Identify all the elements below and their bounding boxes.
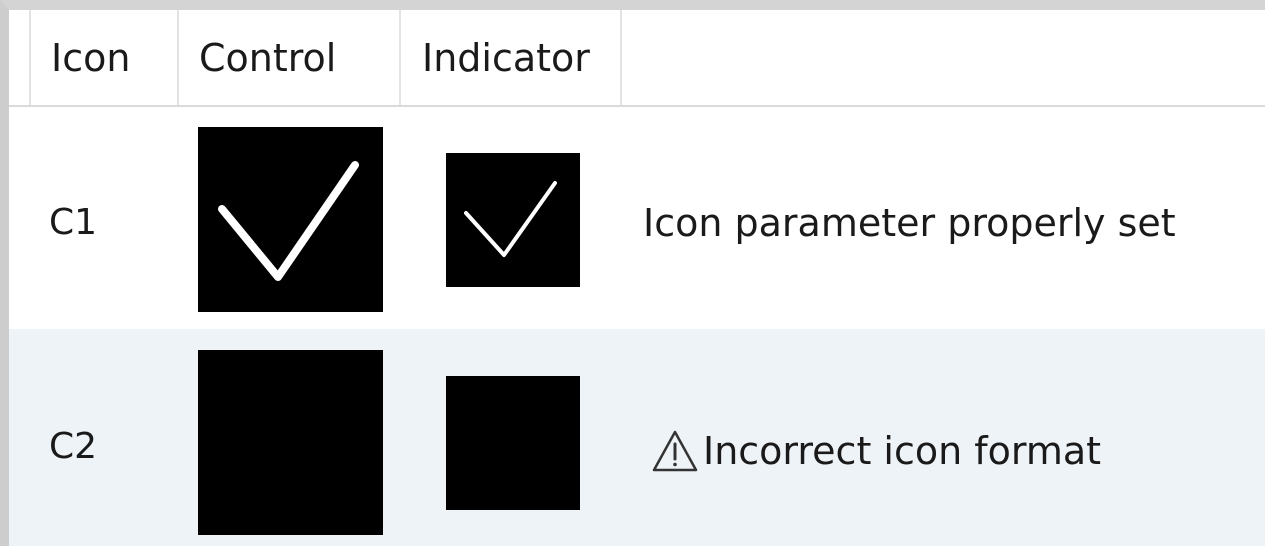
row-description-text: Incorrect icon format xyxy=(703,429,1102,473)
table-row[interactable]: C2 Incorrect icon format xyxy=(9,329,1265,546)
table-row[interactable]: C1 Icon parameter properly set xyxy=(9,107,1265,329)
indicator-blank-icon xyxy=(446,376,580,510)
column-header-indicator[interactable]: Indicator xyxy=(399,10,622,105)
control-blank-icon xyxy=(198,350,383,535)
row-description: Icon parameter properly set xyxy=(643,201,1176,245)
row-id: C2 xyxy=(49,426,98,467)
control-checkmark-icon xyxy=(198,127,383,312)
table-header: Icon Control Indicator xyxy=(9,10,1265,107)
icon-table: Icon Control Indicator C1 Icon parameter… xyxy=(9,10,1265,546)
window-frame: Icon Control Indicator C1 Icon parameter… xyxy=(0,0,1265,546)
column-header-icon[interactable]: Icon xyxy=(29,10,177,105)
warning-triangle-icon xyxy=(652,430,698,472)
row-id: C1 xyxy=(49,202,98,243)
row-description: Incorrect icon format xyxy=(651,429,1101,473)
column-header-control[interactable]: Control xyxy=(177,10,399,105)
indicator-checkmark-icon xyxy=(446,153,580,287)
